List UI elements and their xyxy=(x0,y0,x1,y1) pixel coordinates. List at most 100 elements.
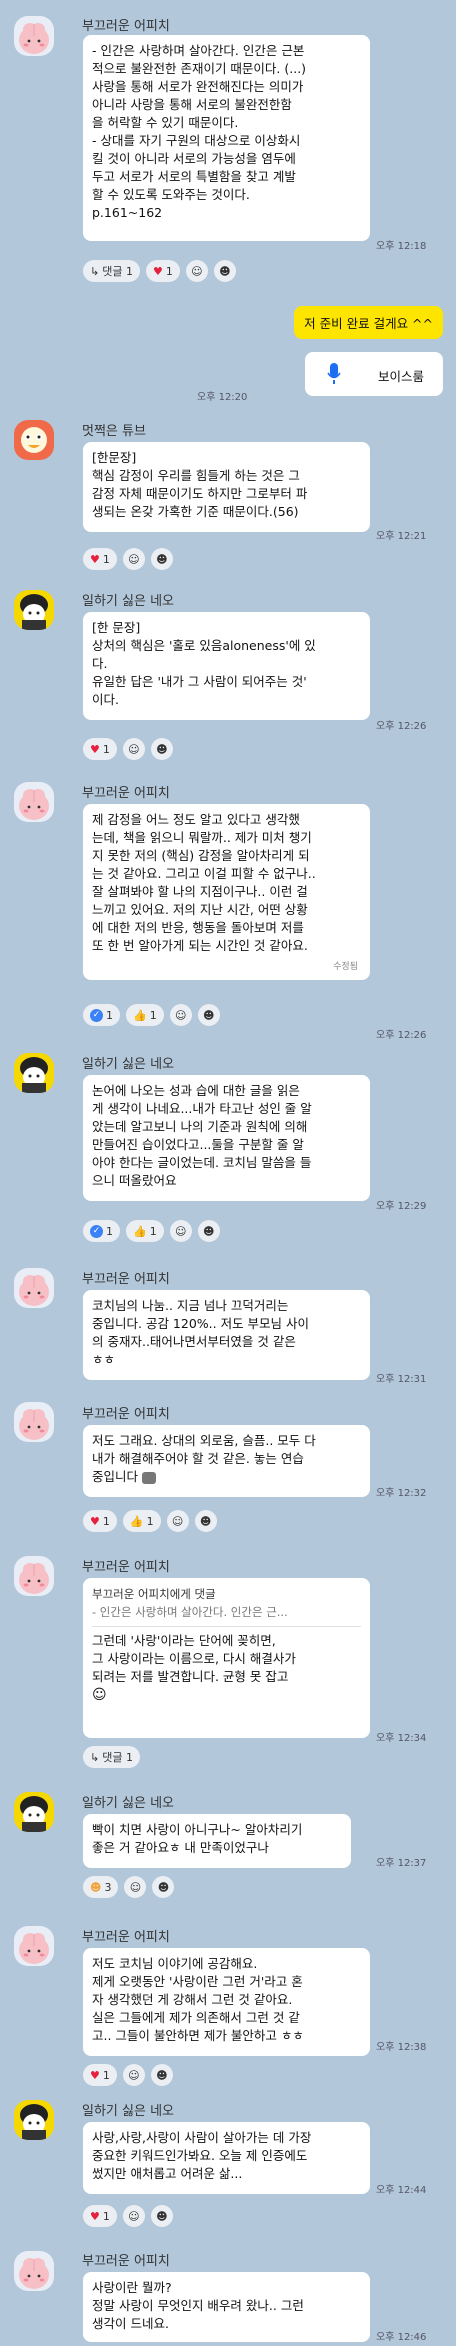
heart-reaction-button[interactable]: ♥ 1 xyxy=(83,2064,117,2086)
check-icon: ✓ xyxy=(90,1224,103,1238)
message-line: 두고 서로가 서로의 특별함을 찾고 계발 xyxy=(92,169,296,184)
message-line: 킬 것이 아니라 서로의 가능성을 염두에 xyxy=(92,151,296,166)
message-line: - 인간은 사랑하며 살아간다. 인간은 근본 xyxy=(92,43,305,58)
divider xyxy=(92,1626,361,1627)
message-line: 는 것 같아요. 그리고 이걸 피할 수 없구나.. xyxy=(92,866,316,881)
add-reaction-icon: ☺ xyxy=(174,1224,187,1238)
reactors-button[interactable]: ☻ xyxy=(150,738,173,760)
emoticon-icon xyxy=(142,1471,156,1484)
add-reaction-button[interactable]: ☺ xyxy=(166,1510,189,1532)
message-line: 의 중재자..태어나면서부터였을 것 같은 xyxy=(92,1334,296,1349)
reactors-button[interactable]: ☻ xyxy=(213,260,236,282)
reactors-button[interactable]: ☻ xyxy=(150,2205,173,2227)
message-time: 오후 12:18 xyxy=(376,241,427,252)
message-line: 중요한 키워드인가봐요. 오늘 제 인증에도 xyxy=(92,2148,308,2163)
message-bubble[interactable]: - 인간은 사랑하며 살아간다. 인간은 근본 적으로 불완전한 존재이기 때문… xyxy=(83,35,370,241)
reactors-button[interactable]: ☻ xyxy=(197,1004,220,1026)
message-line: 썼지만 애처롭고 어려운 삶... xyxy=(92,2166,243,2181)
add-reaction-icon: ☺ xyxy=(128,742,140,756)
message-line: 자 생각했던 게 강해서 그런 것 같아요. xyxy=(92,1992,293,2007)
message-time: 오후 12:21 xyxy=(376,531,427,542)
my-message-bubble[interactable]: 저 준비 완료 걸게요 ^^ xyxy=(294,306,443,339)
add-reaction-button[interactable]: ☺ xyxy=(122,738,145,760)
reaction-bar: ↳ 댓글 1 xyxy=(83,1746,140,1768)
message-line: 만들어진 습이었다고...둘을 구분할 줄 알 xyxy=(92,1137,304,1152)
avatar[interactable] xyxy=(14,1926,54,1966)
avatar[interactable] xyxy=(14,2100,54,2140)
avatar[interactable] xyxy=(14,2251,54,2291)
add-reaction-button[interactable]: ☺ xyxy=(169,1004,192,1026)
heart-icon: ♥ xyxy=(90,552,100,566)
reactors-button[interactable]: ☻ xyxy=(194,1510,217,1532)
message-bubble[interactable]: [한 문장] 상처의 핵심은 '홀로 있음aloneness'에 있 다. 유일… xyxy=(83,612,370,720)
reply-quote[interactable]: - 인간은 사랑하며 살아간다. 인간은 근... xyxy=(92,1603,361,1621)
reactors-button[interactable]: ☻ xyxy=(152,1876,175,1898)
message-bubble[interactable]: [한문장] 핵심 감정이 우리를 힘들게 하는 것은 그 감정 자체 때문이기도… xyxy=(83,442,370,532)
person-icon: ☻ xyxy=(219,264,231,278)
heart-reaction-button[interactable]: ♥ 1 xyxy=(145,260,180,282)
message-bubble[interactable]: 논어에 나오는 성과 습에 대한 글을 읽은 게 생각이 나네요...내가 타고… xyxy=(83,1075,370,1201)
voice-room-card[interactable]: 보이스룸 xyxy=(305,352,443,396)
add-reaction-button[interactable]: ☺ xyxy=(122,2064,145,2086)
avatar[interactable] xyxy=(14,1556,54,1596)
laugh-reaction-button[interactable]: ☻ 3 xyxy=(83,1876,119,1898)
message-bubble[interactable]: 빡이 치면 사랑이 아니구나~ 알아차리기 좋은 거 같아요ㅎ 내 만족이었구나 xyxy=(83,1814,351,1868)
message-line: 적으로 불완전한 존재이기 때문이다. (...) xyxy=(92,61,307,76)
add-reaction-icon: ☺ xyxy=(174,1008,187,1022)
avatar[interactable] xyxy=(14,16,54,56)
reactors-button[interactable]: ☻ xyxy=(197,1220,220,1242)
reply-message-bubble[interactable]: 부끄러운 어피치에게 댓글 - 인간은 사랑하며 살아간다. 인간은 근... … xyxy=(83,1578,370,1738)
message-line: 느끼고 있어요. 저의 지난 시간, 어떤 상황 xyxy=(92,902,308,917)
heart-reaction-button[interactable]: ♥ 1 xyxy=(83,738,117,760)
avatar[interactable] xyxy=(14,1268,54,1308)
reaction-bar: ♥ 1 👍 1 ☺ ☻ xyxy=(83,1510,217,1532)
reply-icon: ↳ xyxy=(90,264,100,278)
avatar[interactable] xyxy=(14,782,54,822)
add-reaction-button[interactable]: ☺ xyxy=(124,1876,147,1898)
edited-label: 수정됨 xyxy=(333,962,358,972)
heart-reaction-button[interactable]: ♥ 1 xyxy=(83,548,117,570)
message-bubble[interactable]: 사랑이란 뭘까? 정말 사랑이 무엇인지 배우려 왔나.. 그런 생각이 드네요… xyxy=(83,2272,370,2342)
add-reaction-icon: ☺ xyxy=(128,2068,140,2082)
reply-count-button[interactable]: ↳ 댓글 1 xyxy=(83,1746,140,1768)
message-line: 그 사랑이라는 이름으로, 다시 해결사가 xyxy=(92,1651,296,1666)
add-reaction-button[interactable]: ☺ xyxy=(122,548,145,570)
message-line: 에 대한 저의 반응, 행동을 돌아보며 저를 xyxy=(92,920,304,935)
avatar[interactable] xyxy=(14,1402,54,1442)
message-bubble[interactable]: 코치님의 나눔.. 지금 넘나 끄덕거리는 중입니다. 공감 120%.. 저도… xyxy=(83,1290,370,1380)
avatar[interactable] xyxy=(14,590,54,630)
avatar[interactable] xyxy=(14,420,54,460)
add-reaction-button[interactable]: ☺ xyxy=(185,260,208,282)
check-icon: ✓ xyxy=(90,1008,103,1022)
check-reaction-button[interactable]: ✓ 1 xyxy=(83,1004,120,1026)
reactors-button[interactable]: ☻ xyxy=(150,548,173,570)
avatar[interactable] xyxy=(14,1053,54,1093)
thumbs-up-reaction-button[interactable]: 👍 1 xyxy=(126,1004,164,1026)
add-reaction-button[interactable]: ☺ xyxy=(122,2205,145,2227)
message-line: 중입니다. 공감 120%.. 저도 부모님 사이 xyxy=(92,1316,310,1331)
reply-count-button[interactable]: ↳ 댓글 1 xyxy=(83,260,140,282)
reaction-bar: ♥ 1 ☺ ☻ xyxy=(83,738,173,760)
message-bubble[interactable]: 저도 코치님 이야기에 공감해요. 제게 오랫동안 '사랑이란 그런 거'라고 … xyxy=(83,1948,370,2056)
message-time: 오후 12:26 xyxy=(376,1030,427,1041)
heart-reaction-button[interactable]: ♥ 1 xyxy=(83,2205,117,2227)
heart-reaction-button[interactable]: ♥ 1 xyxy=(83,1510,117,1532)
person-icon: ☻ xyxy=(156,742,168,756)
message-line: 생각이 드네요. xyxy=(92,2316,169,2331)
message-time: 오후 12:31 xyxy=(376,1374,427,1385)
thumbs-up-reaction-button[interactable]: 👍 1 xyxy=(122,1510,161,1532)
message-bubble[interactable]: 제 감정을 어느 정도 알고 있다고 생각했 는데, 책을 읽으니 뭐랄까.. … xyxy=(83,804,370,980)
avatar[interactable] xyxy=(14,1792,54,1832)
message-line: 고.. 그들이 불안하면 제가 불안하고 ㅎㅎ xyxy=(92,2028,304,2043)
add-reaction-button[interactable]: ☺ xyxy=(169,1220,192,1242)
message-bubble[interactable]: 저도 그래요. 상대의 외로움, 슬픔.. 모두 다 내가 해결해주어야 할 것… xyxy=(83,1425,370,1497)
person-icon: ☻ xyxy=(156,552,168,566)
reactors-button[interactable]: ☻ xyxy=(150,2064,173,2086)
thumbs-up-reaction-button[interactable]: 👍 1 xyxy=(126,1220,164,1242)
message-line: 사랑,사랑,사랑이 사람이 살아가는 데 가장 xyxy=(92,2130,312,2145)
message-bubble[interactable]: 사랑,사랑,사랑이 사람이 살아가는 데 가장 중요한 키워드인가봐요. 오늘 … xyxy=(83,2122,370,2194)
person-icon: ☻ xyxy=(156,2209,168,2223)
message-time: 오후 12:37 xyxy=(376,1858,427,1869)
check-reaction-button[interactable]: ✓ 1 xyxy=(83,1220,120,1242)
reaction-bar: ♥ 1 ☺ ☻ xyxy=(83,548,173,570)
